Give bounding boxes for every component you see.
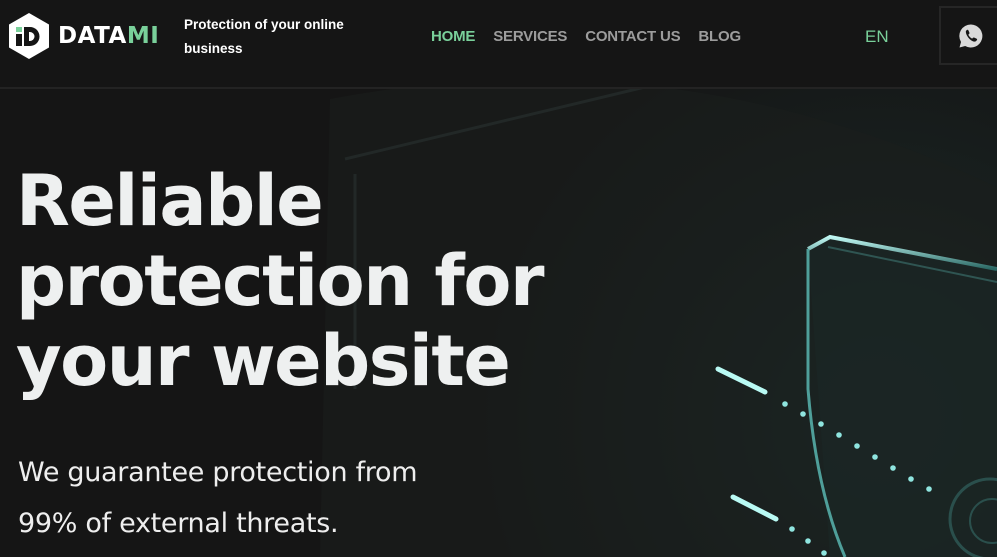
hero-title: Reliable protection for your website: [16, 160, 544, 402]
hero-section: Reliable protection for your website We gu…: [0, 89, 997, 557]
nav-services[interactable]: SERVICES: [493, 27, 567, 47]
brand-name-accent: MI: [126, 23, 160, 49]
brand-name-main: DATA: [58, 23, 127, 49]
hero-title-line-1: Reliable: [16, 160, 324, 242]
main-nav: HOME SERVICES CONTACT US BLOG: [431, 27, 741, 47]
whatsapp-icon: [959, 24, 983, 48]
language-switcher[interactable]: EN: [865, 26, 889, 48]
hero-title-line-3: your website: [16, 320, 511, 402]
brand-name[interactable]: DATAMI: [58, 22, 159, 50]
datami-logo-icon[interactable]: [8, 12, 50, 60]
nav-home[interactable]: HOME: [431, 27, 475, 47]
nav-contact-us[interactable]: CONTACT US: [585, 27, 680, 47]
hero-title-line-2: protection for: [16, 240, 544, 322]
brand-tagline: Protection of your online business: [184, 17, 344, 56]
whatsapp-button[interactable]: [939, 6, 997, 65]
hero-subtitle: We guarantee protection from 99% of exte…: [18, 457, 418, 539]
site-header: DATAMI Protection of your online busines…: [0, 0, 997, 89]
nav-blog[interactable]: BLOG: [698, 27, 741, 47]
